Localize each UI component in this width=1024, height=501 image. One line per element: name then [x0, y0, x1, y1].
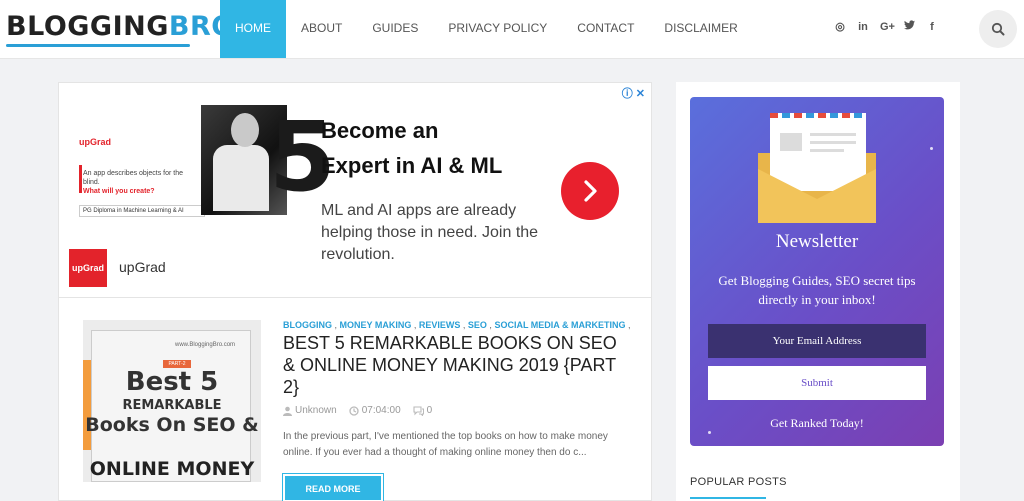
search-icon	[991, 22, 1005, 36]
main-nav: HOME ABOUT GUIDES PRIVACY POLICY CONTACT…	[220, 0, 753, 58]
category-money-making[interactable]: MONEY MAKING	[340, 320, 412, 330]
newsletter-subtitle: Get Blogging Guides, SEO secret tips dir…	[718, 273, 916, 307]
ad-creative-accent	[79, 165, 82, 193]
newsletter-widget: Newsletter Get Blogging Guides, SEO secr…	[690, 97, 944, 446]
ad-headline-line2: Expert in AI & ML	[321, 153, 503, 178]
logo-text-blogging: BLOGGING	[6, 11, 169, 42]
user-icon	[283, 406, 292, 416]
google-plus-icon[interactable]: G+	[880, 20, 895, 34]
thumbnail-line1: Best 5	[125, 367, 219, 397]
ad-brand-name[interactable]: upGrad	[119, 259, 166, 275]
category-reviews[interactable]: REVIEWS	[419, 320, 461, 330]
ad-choices-icon[interactable]: ⓘ ✕	[622, 85, 645, 101]
linkedin-icon[interactable]: in	[857, 20, 869, 34]
popular-posts-underline	[690, 497, 766, 499]
post-author-name[interactable]: Unknown	[295, 405, 337, 416]
post-author: Unknown	[283, 405, 337, 416]
sidebar: Newsletter Get Blogging Guides, SEO secr…	[676, 82, 960, 501]
ad-creative-line1: An app describes objects for the blind.	[83, 170, 184, 186]
clock-icon	[349, 405, 359, 416]
post-comments-count: 0	[426, 405, 433, 416]
post-categories: BLOGGING , MONEY MAKING , REVIEWS , SEO …	[283, 320, 631, 330]
nav-home[interactable]: HOME	[220, 0, 286, 58]
ad-headline[interactable]: Become an Expert in AI & ML	[321, 113, 551, 183]
email-input[interactable]	[708, 324, 926, 358]
nav-contact[interactable]: CONTACT	[562, 0, 649, 58]
ad-creative-line2: What will you create?	[83, 188, 155, 195]
nav-privacy-policy[interactable]: PRIVACY POLICY	[433, 0, 562, 58]
post-time-value: 07:04:00	[361, 405, 401, 416]
read-more-button[interactable]: READ MORE	[282, 473, 384, 501]
ad-person-face	[231, 113, 259, 147]
popular-posts-heading: POPULAR POSTS	[690, 476, 787, 488]
thumbnail-line2: REMARKABLE	[122, 398, 222, 413]
ad-person-shirt	[213, 145, 269, 211]
thumbnail-line4: ONLINE MONEY	[89, 458, 255, 480]
post-thumbnail[interactable]: www.BloggingBro.com PART-2 Best 5 REMARK…	[83, 320, 261, 482]
post-meta: Unknown 07:04:00 0	[283, 405, 432, 416]
category-seo[interactable]: SEO	[468, 320, 487, 330]
envelope-icon	[758, 111, 876, 227]
site-header: BLOGGINGBRO HOME ABOUT GUIDES PRIVACY PO…	[0, 0, 1024, 59]
twitter-icon[interactable]	[903, 20, 915, 34]
ad-creative-brand: upGrad	[79, 137, 112, 147]
post-time: 07:04:00	[349, 405, 401, 416]
thumbnail-site: www.BloggingBro.com	[175, 342, 236, 348]
social-links: ◎ in G+ f	[834, 20, 938, 34]
instagram-icon[interactable]: ◎	[834, 20, 846, 34]
ad-creative-text: An app describes objects for the blind. …	[83, 169, 193, 196]
category-social-media[interactable]: SOCIAL MEDIA & MARKETING	[494, 320, 625, 330]
nav-guides[interactable]: GUIDES	[357, 0, 433, 58]
post-card: www.BloggingBro.com PART-2 Best 5 REMARK…	[58, 298, 652, 501]
ad-body-text[interactable]: ML and AI apps are already helping those…	[321, 200, 541, 266]
facebook-icon[interactable]: f	[926, 20, 938, 34]
decor-dot	[930, 147, 933, 150]
advertisement[interactable]: ⓘ ✕ upGrad An app describes objects for …	[58, 82, 652, 298]
post-excerpt: In the previous part, I've mentioned the…	[283, 431, 608, 458]
nav-about[interactable]: ABOUT	[286, 0, 357, 58]
comments-icon	[413, 405, 424, 416]
ad-creative-image[interactable]: upGrad An app describes objects for the …	[73, 105, 336, 229]
logo-underline	[6, 44, 190, 47]
newsletter-title: Newsletter	[775, 231, 859, 252]
newsletter-footer: Get Ranked Today!	[770, 416, 864, 430]
site-logo[interactable]: BLOGGINGBRO	[6, 12, 235, 42]
search-button[interactable]	[979, 10, 1017, 48]
post-comments[interactable]: 0	[413, 405, 433, 416]
ad-headline-line1: Become an	[321, 118, 439, 143]
thumbnail-line3: Books On SEO &	[85, 414, 259, 436]
submit-button[interactable]: Submit	[708, 366, 926, 400]
ad-cta-button[interactable]	[561, 162, 619, 220]
decor-dot	[708, 431, 711, 434]
nav-disclaimer[interactable]: DISCLAIMER	[649, 0, 752, 58]
category-blogging[interactable]: BLOGGING	[283, 320, 332, 330]
post-title[interactable]: BEST 5 REMARKABLE BOOKS ON SEO & ONLINE …	[283, 332, 633, 398]
chevron-right-icon	[584, 180, 597, 202]
ad-brand-logo[interactable]: upGrad	[69, 249, 107, 287]
ad-creative-program: PG Diploma in Machine Learning & AI	[79, 205, 205, 217]
